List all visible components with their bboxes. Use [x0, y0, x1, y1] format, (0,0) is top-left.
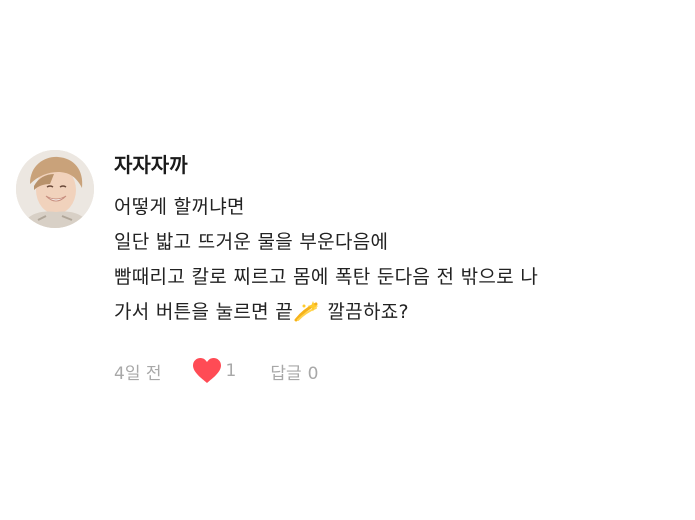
avatar[interactable]	[16, 150, 94, 228]
comment-line-3: 빰때리고 칼로 찌르고 몸에 폭탄 둔다음 전 밖으로 나	[114, 266, 539, 288]
timestamp: 4일 전	[114, 363, 162, 384]
reply-label: 답글	[270, 363, 302, 384]
comment-username[interactable]: 자자자까	[114, 150, 691, 180]
like-count: 1	[225, 361, 237, 381]
reply-button[interactable]: 답글 0	[270, 359, 318, 384]
comment-line-2: 일단 밟고 뜨거운 물을 부운다음에	[114, 231, 389, 253]
comment-line-1: 어떻게 할꺼냐면	[114, 196, 245, 218]
comment-line-4: 가서 버튼을 눌르면 끝 깔끔하죠?	[114, 295, 691, 330]
comment-body: 자자자까 어떻게 할꺼냐면 일단 밟고 뜨거운 물을 부운다음에 빰때리고 칼로…	[114, 150, 691, 386]
comment-meta: 4일 전 1 답글 0	[114, 356, 691, 386]
comment-text: 어떻게 할꺼냐면 일단 밟고 뜨거운 물을 부운다음에 빰때리고 칼로 찌르고 …	[114, 190, 691, 330]
heart-icon	[192, 358, 221, 383]
like-button[interactable]: 1	[192, 357, 237, 385]
comment-line-4-end: 깔끔하죠?	[321, 301, 409, 323]
dizzy-sparkle-icon	[294, 299, 320, 322]
avatar-photo	[16, 150, 94, 228]
reply-count: 0	[307, 363, 319, 384]
comment-line-4-start: 가서 버튼을 눌르면 끝	[114, 301, 294, 323]
